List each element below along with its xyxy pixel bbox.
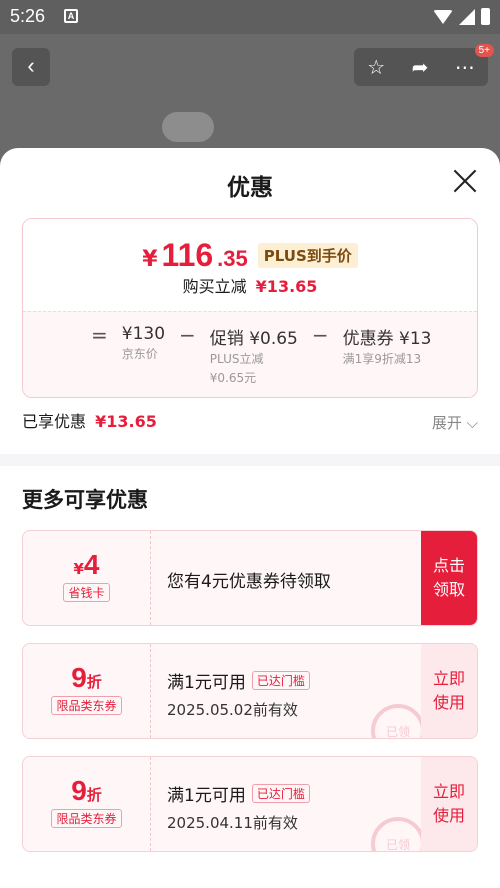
promo-discount: 促销 ¥0.65 PLUS立减 ¥0.65元 bbox=[210, 324, 298, 387]
coupon-description: 您有4元优惠券待领取 bbox=[167, 572, 331, 592]
price-breakdown: = ¥130 京东价 − 促销 ¥0.65 PLUS立减 ¥0.65元 − 优惠… bbox=[23, 311, 477, 397]
button-label-line1: 立即 bbox=[432, 669, 465, 688]
product-image bbox=[162, 112, 214, 142]
coupon-condition: 满1元可用 bbox=[167, 673, 246, 693]
use-coupon-button[interactable]: 立即 使用 bbox=[421, 644, 477, 738]
status-time: 5:26 bbox=[10, 6, 46, 26]
coupon-currency: ¥ bbox=[73, 560, 84, 578]
button-label-line1: 立即 bbox=[432, 782, 465, 801]
expand-button[interactable]: 展开 ⌵ bbox=[432, 412, 478, 433]
promo-sub-amount: ¥0.65元 bbox=[209, 371, 257, 385]
claimed-stamp-icon: 已领 bbox=[371, 704, 425, 738]
coupon-discount-unit: 折 bbox=[86, 786, 102, 804]
status-bar: 5:26 A bbox=[0, 0, 500, 34]
enjoyed-discount: 已享优惠 ¥13.65 bbox=[22, 408, 157, 432]
coupon-tag: 省钱卡 bbox=[63, 583, 110, 602]
battery-icon bbox=[481, 8, 490, 25]
more-discounts-title: 更多可享优惠 bbox=[22, 488, 148, 512]
jd-price-label: 京东价 bbox=[121, 347, 158, 361]
coupon-sub-label: 满1享9折减13 bbox=[342, 352, 422, 366]
reduce-line: 购买立减 ¥13.65 bbox=[23, 273, 477, 297]
app-notification-icon: A bbox=[64, 9, 78, 23]
sheet-title: 优惠 bbox=[227, 175, 273, 201]
discount-sheet: 优惠 ¥ 116 .35 PLUS到手价 购买立减 ¥13.65 = ¥130 … bbox=[0, 148, 500, 888]
coupon-value-area: 9折 限品类东券 bbox=[23, 644, 151, 738]
price-decimal: .35 bbox=[217, 246, 248, 271]
button-label-line2: 使用 bbox=[432, 806, 465, 825]
coupon-value-area: ¥4 省钱卡 bbox=[23, 531, 151, 625]
claimed-stamp-icon: 已领 bbox=[371, 817, 425, 851]
promo-value: 促销 ¥0.65 bbox=[209, 329, 298, 349]
promo-sub-label: PLUS立减 bbox=[209, 352, 264, 366]
coupon-value-area: 9折 限品类东券 bbox=[23, 757, 151, 851]
chevron-left-icon: ‹ bbox=[27, 53, 35, 78]
minus-sign: − bbox=[179, 323, 196, 347]
coupon-condition: 满1元可用 bbox=[167, 786, 246, 806]
price-summary-card: ¥ 116 .35 PLUS到手价 购买立减 ¥13.65 = ¥130 京东价… bbox=[22, 218, 478, 398]
coupon-card: ¥4 省钱卡 您有4元优惠券待领取 点击领取 bbox=[22, 530, 478, 626]
coupon-tag: 限品类东券 bbox=[51, 809, 122, 828]
jd-price: ¥130 京东价 bbox=[122, 324, 165, 387]
system-icons bbox=[433, 8, 490, 25]
button-label-line2: 使用 bbox=[432, 693, 465, 712]
minus-sign: − bbox=[311, 323, 329, 347]
header-actions: ☆ ➦ ⋯ bbox=[354, 48, 488, 86]
jd-price-value: ¥130 bbox=[121, 324, 166, 344]
final-price: ¥ 116 .35 PLUS到手价 bbox=[23, 237, 477, 274]
favorite-star-icon[interactable]: ☆ bbox=[367, 48, 385, 86]
share-icon[interactable]: ➦ bbox=[412, 48, 429, 86]
signal-icon bbox=[459, 8, 475, 25]
coupon-tag: 限品类东券 bbox=[51, 696, 122, 715]
button-label-line2: 领取 bbox=[432, 580, 465, 599]
coupon-discount-value: 9 bbox=[71, 775, 87, 806]
section-divider bbox=[0, 454, 500, 466]
back-button[interactable]: ‹ bbox=[12, 48, 50, 86]
threshold-badge: 已达门槛 bbox=[251, 784, 310, 803]
product-page-background: ‹ ☆ ➦ ⋯ 5+ bbox=[0, 34, 500, 164]
coupon-value: 优惠券 ¥13 bbox=[342, 329, 432, 349]
price-integer: 116 bbox=[161, 237, 214, 273]
coupon-discount-value: 9 bbox=[71, 662, 87, 693]
more-icon[interactable]: ⋯ bbox=[455, 48, 475, 86]
threshold-badge: 已达门槛 bbox=[251, 671, 310, 690]
coupon-amount: 4 bbox=[83, 549, 100, 580]
plus-price-tag: PLUS到手价 bbox=[257, 243, 358, 268]
coupon-expiry: 2025.04.11前有效 bbox=[167, 814, 298, 832]
coupon-card: 9折 限品类东券 满1元可用 已达门槛 2025.04.11前有效 已领 立即使用 bbox=[22, 756, 478, 852]
reduce-amount: ¥13.65 bbox=[255, 277, 318, 296]
claim-coupon-button[interactable]: 点击 领取 bbox=[421, 531, 477, 625]
button-label-line1: 点击 bbox=[432, 556, 465, 575]
use-coupon-button[interactable]: 立即 使用 bbox=[421, 757, 477, 851]
close-icon[interactable] bbox=[452, 168, 478, 194]
message-count-badge: 5+ bbox=[474, 44, 494, 57]
enjoyed-amount: ¥13.65 bbox=[95, 412, 157, 431]
coupon-card: 9折 限品类东券 满1元可用 已达门槛 2025.05.02前有效 已领 立即使用 bbox=[22, 643, 478, 739]
coupon-discount: 优惠券 ¥13 满1享9折减13 bbox=[343, 324, 432, 387]
equals-sign: = bbox=[91, 323, 108, 347]
coupon-expiry: 2025.05.02前有效 bbox=[167, 701, 298, 719]
currency-symbol: ¥ bbox=[142, 247, 158, 272]
reduce-label: 购买立减 bbox=[182, 277, 247, 296]
enjoyed-label: 已享优惠 bbox=[22, 412, 87, 431]
wifi-icon bbox=[433, 9, 453, 24]
coupon-discount-unit: 折 bbox=[86, 673, 102, 691]
